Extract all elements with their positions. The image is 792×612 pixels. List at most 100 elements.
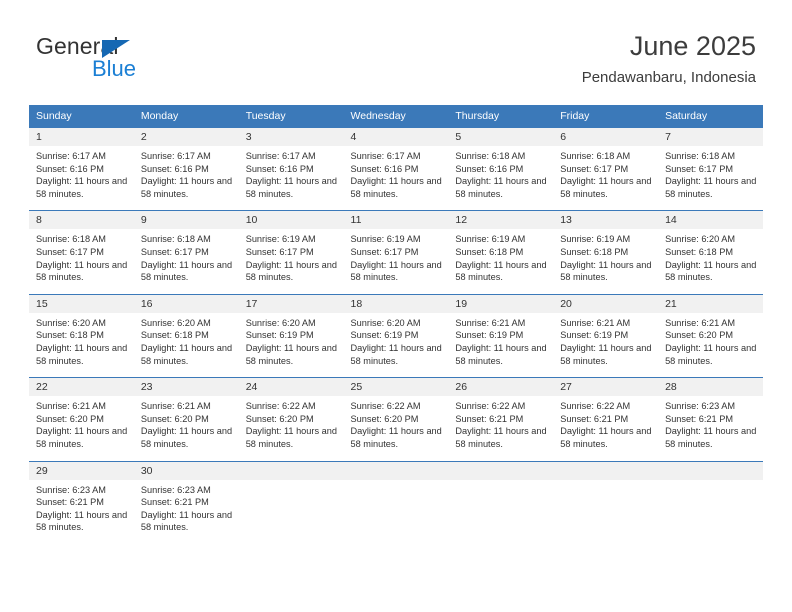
calendar-day-cell[interactable]: 28 Sunrise: 6:23 AM Sunset: 6:21 PM Dayligh… <box>658 377 763 461</box>
weekday-header-wednesday: Wednesday <box>343 105 449 128</box>
sunrise-text: Sunrise: 6:17 AM <box>350 151 421 161</box>
sunset-text: Sunset: 6:18 PM <box>140 330 209 341</box>
calendar-day-cell[interactable]: 13 Sunrise: 6:19 AM Sunset: 6:18 PM Dayligh… <box>553 210 659 295</box>
calendar-day-cell[interactable]: 30 Sunrise: 6:23 AM Sunset: 6:21 PM Dayligh… <box>133 460 239 544</box>
day-sun-info: Sunrise: 6:18 AM Sunset: 6:17 PM Daylight:… <box>658 146 763 210</box>
day-sun-info: Sunrise: 6:21 AM Sunset: 6:20 PM Daylight:… <box>134 396 239 460</box>
calendar-day-cell[interactable]: 23 Sunrise: 6:21 AM Sunset: 6:20 PM Dayligh… <box>133 377 239 461</box>
day-sun-info: Sunrise: 6:22 AM Sunset: 6:21 PM Daylight:… <box>448 396 553 460</box>
sunset-text: Sunset: 6:17 PM <box>560 163 629 174</box>
calendar-page: General Blue June 2025 Pendawanbaru, Ind… <box>0 0 792 612</box>
sunset-text: Sunset: 6:19 PM <box>350 330 419 341</box>
day-sun-info: Sunrise: 6:17 AM Sunset: 6:16 PM Daylight:… <box>344 146 449 210</box>
day-sun-info: Sunrise: 6:22 AM Sunset: 6:20 PM Daylight:… <box>344 396 449 460</box>
calendar-day-cell[interactable]: 3 Sunrise: 6:17 AM Sunset: 6:16 PM Daylight… <box>238 126 344 211</box>
daylight-text: Daylight: 11 hours and 58 minutes. <box>140 176 233 199</box>
day-number: 25 <box>343 378 449 397</box>
sunrise-text: Sunrise: 6:21 AM <box>36 401 106 412</box>
daylight-text: Daylight: 11 hours and 58 minutes. <box>665 259 757 283</box>
calendar-day-cell[interactable]: 11 Sunrise: 6:19 AM Sunset: 6:17 PM Dayligh… <box>343 210 449 295</box>
sunrise-text: Sunrise: 6:17 AM <box>36 151 106 161</box>
calendar-day-cell[interactable]: 8 Sunrise: 6:18 AM Sunset: 6:17 PM Daylight… <box>29 210 134 295</box>
daylight-text: Daylight: 11 hours and 58 minutes. <box>245 426 337 449</box>
daylight-text: Daylight: 11 hours and 58 minutes. <box>665 342 757 366</box>
day-number: 8 <box>29 211 134 230</box>
sunrise-text: Sunrise: 6:22 AM <box>455 401 526 412</box>
sunrise-text: Sunrise: 6:18 AM <box>560 151 631 161</box>
day-number <box>658 461 763 480</box>
calendar-day-cell[interactable]: 1 Sunrise: 6:17 AM Sunset: 6:16 PM Daylight… <box>29 126 134 211</box>
sunrise-text: Sunrise: 6:20 AM <box>245 317 316 328</box>
title-block: June 2025 Pendawanbaru, Indonesia <box>582 30 756 88</box>
calendar-day-cell[interactable]: 15 Sunrise: 6:20 AM Sunset: 6:18 PM Dayligh… <box>29 293 134 378</box>
day-sun-info: Sunrise: 6:20 AM Sunset: 6:19 PM Daylight:… <box>239 313 344 377</box>
calendar-day-cell[interactable]: 21 Sunrise: 6:21 AM Sunset: 6:20 PM Dayligh… <box>658 293 763 378</box>
sunrise-sunset-calendar: Sunday Monday Tuesday Wednesday Thursday Frid… <box>29 105 763 544</box>
sunrise-text: Sunrise: 6:20 AM <box>140 317 211 328</box>
daylight-text: Daylight: 11 hours and 58 minutes. <box>245 342 337 366</box>
sunset-text: Sunset: 6:21 PM <box>36 497 104 508</box>
calendar-week-row: 1 Sunrise: 6:17 AM Sunset: 6:16 PM Daylight… <box>29 126 763 211</box>
calendar-day-cell[interactable]: 29 Sunrise: 6:23 AM Sunset: 6:21 PM Dayligh… <box>29 460 134 544</box>
day-number: 12 <box>448 211 554 230</box>
sunrise-text: Sunrise: 6:21 AM <box>455 317 526 328</box>
calendar-day-cell[interactable]: 22 Sunrise: 6:21 AM Sunset: 6:20 PM Dayligh… <box>29 377 134 461</box>
day-number: 28 <box>658 378 763 397</box>
page-title: June 2025 <box>629 31 756 61</box>
day-sun-info: Sunrise: 6:23 AM Sunset: 6:21 PM Daylight:… <box>29 480 134 544</box>
sunset-text: Sunset: 6:21 PM <box>455 413 524 424</box>
calendar-day-cell[interactable]: 12 Sunrise: 6:19 AM Sunset: 6:18 PM Dayligh… <box>448 210 554 295</box>
day-number: 21 <box>658 294 763 313</box>
daylight-text: Daylight: 11 hours and 58 minutes. <box>560 176 652 199</box>
sunset-text: Sunset: 6:21 PM <box>560 413 629 424</box>
day-number: 5 <box>448 128 554 146</box>
calendar-day-cell[interactable]: 25 Sunrise: 6:22 AM Sunset: 6:20 PM Dayligh… <box>343 377 449 461</box>
calendar-day-cell[interactable]: 5 Sunrise: 6:18 AM Sunset: 6:16 PM Daylight… <box>448 126 554 211</box>
sunset-text: Sunset: 6:19 PM <box>245 330 314 341</box>
daylight-text: Daylight: 11 hours and 58 minutes. <box>560 342 652 366</box>
calendar-day-cell[interactable]: 14 Sunrise: 6:20 AM Sunset: 6:18 PM Dayligh… <box>658 210 763 295</box>
daylight-text: Daylight: 11 hours and 58 minutes. <box>665 426 757 449</box>
calendar-day-cell[interactable]: 27 Sunrise: 6:22 AM Sunset: 6:21 PM Dayligh… <box>553 377 659 461</box>
sunset-text: Sunset: 6:20 PM <box>140 413 209 424</box>
calendar-day-cell[interactable]: 20 Sunrise: 6:21 AM Sunset: 6:19 PM Dayligh… <box>553 293 659 378</box>
sunrise-text: Sunrise: 6:20 AM <box>350 317 421 328</box>
sunset-text: Sunset: 6:20 PM <box>245 413 314 424</box>
calendar-day-cell[interactable]: 18 Sunrise: 6:20 AM Sunset: 6:19 PM Dayligh… <box>343 293 449 378</box>
sunrise-text: Sunrise: 6:22 AM <box>350 401 421 412</box>
calendar-day-cell[interactable]: 4 Sunrise: 6:17 AM Sunset: 6:16 PM Daylight… <box>343 126 449 211</box>
day-number: 24 <box>238 378 344 397</box>
day-number: 20 <box>553 294 659 313</box>
day-number: 10 <box>238 211 344 230</box>
day-number: 15 <box>29 294 134 313</box>
calendar-day-cell[interactable]: 26 Sunrise: 6:22 AM Sunset: 6:21 PM Dayligh… <box>448 377 554 461</box>
daylight-text: Daylight: 11 hours and 58 minutes. <box>36 176 128 199</box>
day-number: 23 <box>133 378 239 397</box>
calendar-day-cell[interactable]: 24 Sunrise: 6:22 AM Sunset: 6:20 PM Dayligh… <box>238 377 344 461</box>
calendar-day-cell[interactable]: 7 Sunrise: 6:18 AM Sunset: 6:17 PM Daylight… <box>658 126 763 211</box>
calendar-day-cell[interactable]: 10 Sunrise: 6:19 AM Sunset: 6:17 PM Dayligh… <box>238 210 344 295</box>
sunset-text: Sunset: 6:19 PM <box>560 330 629 341</box>
weekday-header-row: Sunday Monday Tuesday Wednesday Thursday Frid… <box>29 105 763 128</box>
calendar-week-row: 8 Sunrise: 6:18 AM Sunset: 6:17 PM Daylight… <box>29 210 763 295</box>
day-number: 27 <box>553 378 659 397</box>
calendar-day-cell[interactable]: 2 Sunrise: 6:17 AM Sunset: 6:16 PM Daylight… <box>133 126 239 211</box>
calendar-empty-cell <box>553 460 659 544</box>
sunset-text: Sunset: 6:18 PM <box>36 330 104 341</box>
sunset-text: Sunset: 6:18 PM <box>560 246 629 257</box>
daylight-text: Daylight: 11 hours and 58 minutes. <box>36 509 128 533</box>
day-sun-info: Sunrise: 6:17 AM Sunset: 6:16 PM Daylight:… <box>134 146 239 210</box>
calendar-day-cell[interactable]: 9 Sunrise: 6:18 AM Sunset: 6:17 PM Daylight… <box>133 210 239 295</box>
calendar-day-cell[interactable]: 19 Sunrise: 6:21 AM Sunset: 6:19 PM Dayligh… <box>448 293 554 378</box>
day-sun-info: Sunrise: 6:19 AM Sunset: 6:18 PM Daylight:… <box>553 229 658 293</box>
sunset-text: Sunset: 6:21 PM <box>665 413 733 424</box>
day-sun-info: Sunrise: 6:20 AM Sunset: 6:19 PM Daylight:… <box>344 313 449 377</box>
daylight-text: Daylight: 11 hours and 58 minutes. <box>140 259 233 283</box>
calendar-day-cell[interactable]: 17 Sunrise: 6:20 AM Sunset: 6:19 PM Dayligh… <box>238 293 344 378</box>
sunrise-text: Sunrise: 6:19 AM <box>245 234 316 245</box>
sunset-text: Sunset: 6:17 PM <box>665 163 733 174</box>
day-number: 18 <box>343 294 449 313</box>
calendar-day-cell[interactable]: 6 Sunrise: 6:18 AM Sunset: 6:17 PM Daylight… <box>553 126 659 211</box>
calendar-day-cell[interactable]: 16 Sunrise: 6:20 AM Sunset: 6:18 PM Dayligh… <box>133 293 239 378</box>
weekday-header-monday: Monday <box>133 105 239 128</box>
